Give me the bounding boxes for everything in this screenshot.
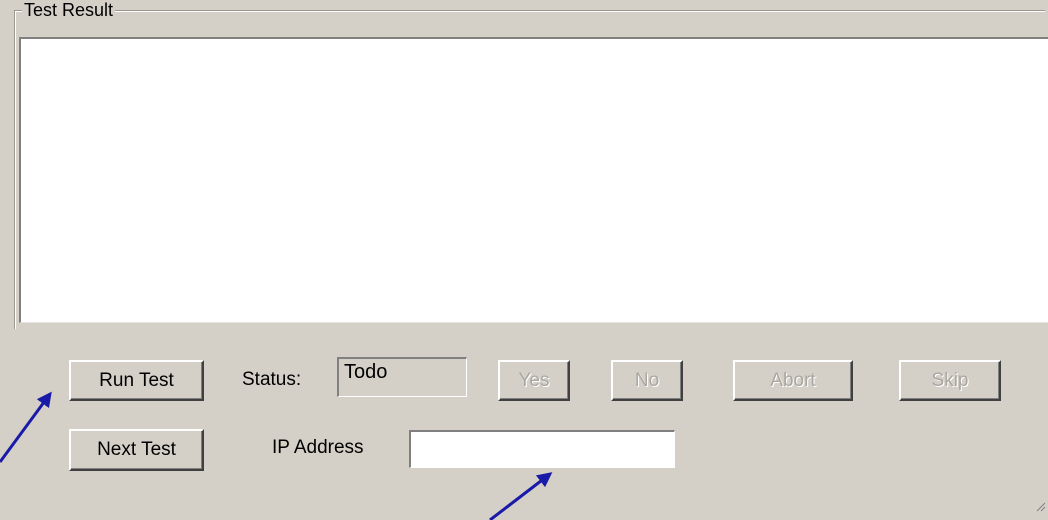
abort-button[interactable]: Abort bbox=[733, 360, 853, 401]
annotation-arrow-icon bbox=[489, 472, 553, 520]
status-value-field: Todo bbox=[337, 357, 467, 397]
ip-address-label: IP Address bbox=[272, 437, 364, 458]
skip-button[interactable]: Skip bbox=[899, 360, 1001, 401]
resize-grip-icon[interactable] bbox=[1036, 502, 1046, 512]
ip-address-input[interactable] bbox=[409, 430, 675, 468]
test-result-group-title: Test Result bbox=[22, 0, 116, 20]
status-label: Status: bbox=[242, 369, 302, 390]
test-result-output[interactable] bbox=[19, 37, 1048, 323]
yes-button[interactable]: Yes bbox=[498, 360, 570, 401]
annotation-arrow-icon bbox=[0, 391, 52, 463]
run-test-button[interactable]: Run Test bbox=[69, 360, 204, 401]
no-button[interactable]: No bbox=[611, 360, 683, 401]
next-test-button[interactable]: Next Test bbox=[69, 429, 204, 471]
test-dialog: Test Result Run Test Status: Todo Yes No… bbox=[0, 0, 1048, 520]
